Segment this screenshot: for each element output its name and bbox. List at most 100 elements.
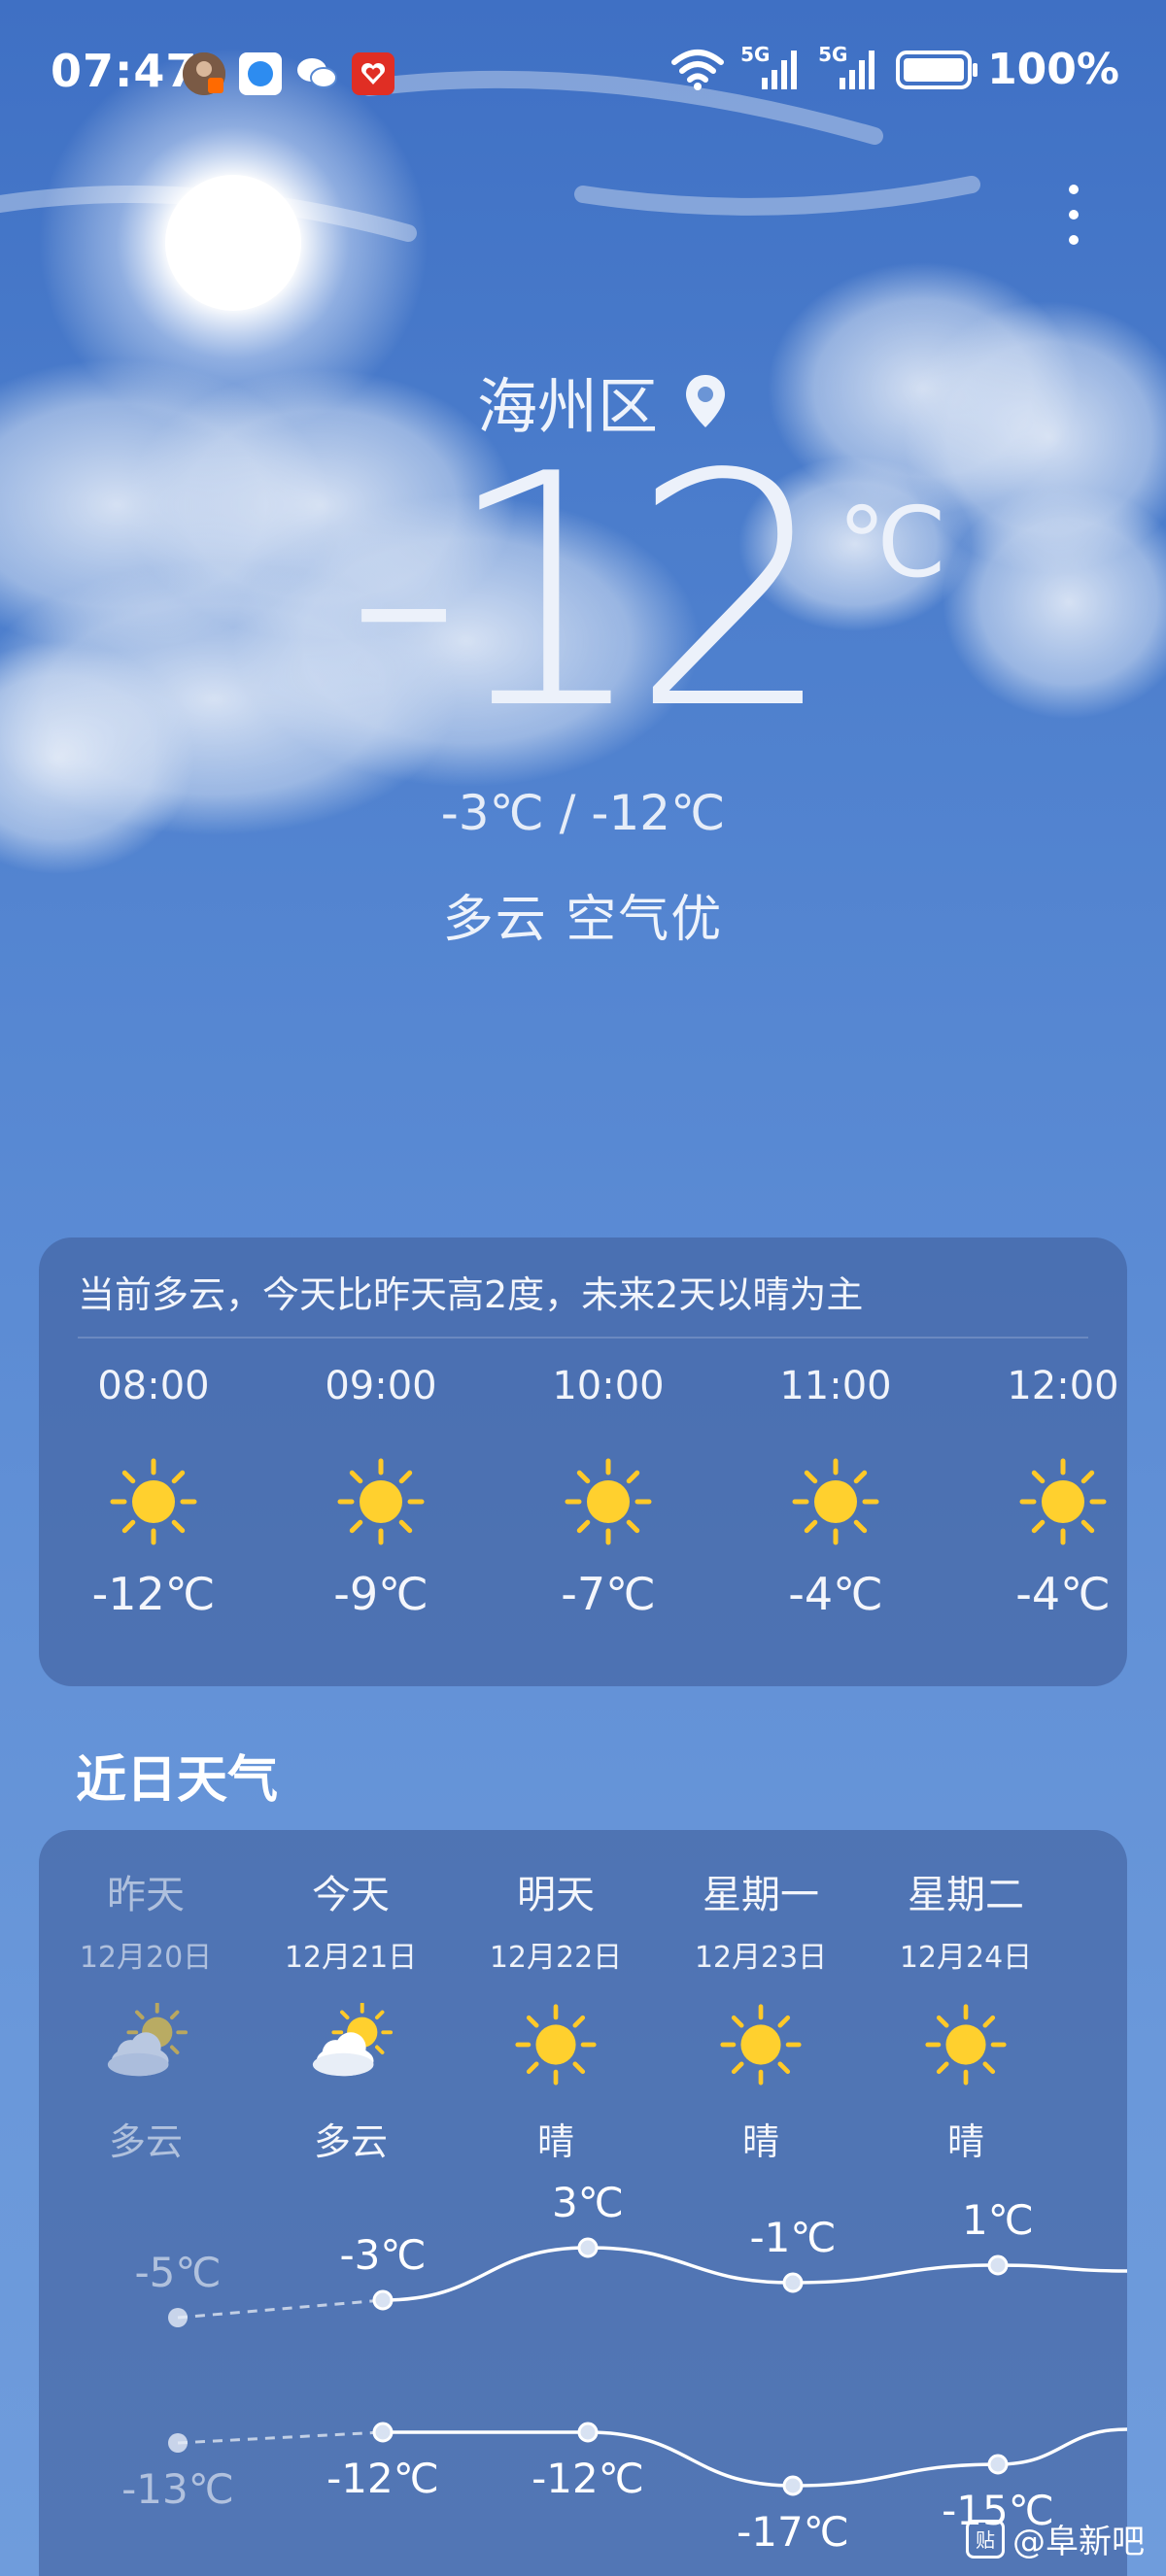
wechat-icon <box>295 52 338 95</box>
temp-range: -3℃ / -12℃ <box>440 785 726 841</box>
day-date: 12月21日 <box>284 1941 418 1975</box>
forecast-summary: 当前多云，今天比昨天高2度，未来2天以晴为主 <box>78 1273 864 1316</box>
low-temp-point <box>372 2422 394 2443</box>
hourly-temp: -4℃ <box>1015 1568 1111 1620</box>
hourly-temp: -9℃ <box>333 1568 429 1620</box>
battery-percent: 100% <box>987 45 1119 94</box>
wifi-icon <box>671 49 725 90</box>
high-temp-point <box>577 2237 599 2258</box>
avatar-icon <box>183 52 225 95</box>
hourly-item: 10:00 -7℃ <box>511 1364 705 1620</box>
low-temp-label: -17℃ <box>737 2508 849 2556</box>
hourly-time: 09:00 <box>325 1364 437 1408</box>
hourly-time: 12:00 <box>1007 1364 1119 1408</box>
browser-icon <box>239 52 282 95</box>
sun-disc <box>165 175 301 311</box>
sun-icon <box>720 2004 802 2085</box>
current-temp-unit: ℃ <box>838 486 947 599</box>
hourly-temp: -4℃ <box>788 1568 883 1620</box>
hourly-forecast-card[interactable]: 当前多云，今天比昨天高2度，未来2天以晴为主 08:00 -12℃ 09:00 -9℃… <box>39 1237 1127 1686</box>
day-condition: 多云 <box>108 2120 183 2163</box>
sun-icon <box>515 2004 597 2085</box>
current-temp-value: -12 <box>346 406 835 779</box>
pinduoduo-icon <box>352 52 394 95</box>
low-temp-label: -12℃ <box>326 2455 439 2502</box>
day-name: 星 <box>1069 1863 1127 1919</box>
sun-icon <box>565 1458 652 1545</box>
low-temp-point <box>782 2475 804 2496</box>
divider <box>78 1337 1088 1339</box>
day-name: 星期二 <box>908 1873 1024 1917</box>
high-temp-label: -5℃ <box>134 2249 221 2296</box>
day-name: 明天 <box>517 1873 595 1917</box>
low-temp-label: -13℃ <box>121 2465 234 2513</box>
daily-item[interactable]: 昨天 12月20日 多云 <box>44 1863 248 2165</box>
hourly-time: 08:00 <box>97 1364 210 1408</box>
high-temp-label: 1℃ <box>962 2196 1034 2244</box>
high-temp-past-segment <box>177 2298 384 2320</box>
high-temp-point <box>168 2308 188 2327</box>
daily-item[interactable]: 星期二 12月24日晴 <box>864 1863 1068 2165</box>
low-temp-point <box>168 2433 188 2453</box>
battery-icon <box>896 50 978 89</box>
day-date: 12月20日 <box>79 1941 213 1975</box>
hourly-item: 08:00 -12℃ <box>56 1364 251 1620</box>
day-name: 星期一 <box>703 1873 819 1917</box>
hourly-temp: -7℃ <box>561 1568 656 1620</box>
daily-item[interactable]: 明天 12月22日晴 <box>454 1863 658 2165</box>
day-name: 今天 <box>312 1873 390 1917</box>
hourly-time: 10:00 <box>552 1364 665 1408</box>
day-condition: 晴 <box>536 2120 574 2163</box>
day-date: 12月23日 <box>694 1941 828 1975</box>
low-temp-past-segment <box>177 2430 384 2445</box>
high-temp-label: 3℃ <box>552 2179 624 2226</box>
network-2-label: 5G <box>818 42 848 66</box>
tieba-badge: 贴 <box>966 2519 1005 2559</box>
daily-item[interactable]: 星 12 <box>1069 1863 1127 2103</box>
watermark: 贴 @阜新吧 <box>966 2515 1145 2562</box>
partly-cloudy-icon <box>312 2003 394 2077</box>
section-title-recent-weather: 近日天气 <box>76 1751 279 1810</box>
day-condition: 晴 <box>946 2120 984 2163</box>
high-temp-label: -3℃ <box>339 2231 426 2279</box>
sun-icon <box>792 1458 879 1545</box>
status-time: 07:47 <box>51 45 198 97</box>
high-temp-point <box>987 2254 1009 2276</box>
day-condition: 多云 <box>313 2120 388 2163</box>
partly-cloudy-icon <box>107 2003 189 2077</box>
high-temp-label: -1℃ <box>749 2214 836 2261</box>
daily-item[interactable]: 今天 12月21日 多云 <box>249 1863 453 2165</box>
current-temperature: -12 ℃ <box>0 418 1166 777</box>
hourly-item: 12:00 -4℃ <box>966 1364 1127 1620</box>
status-right: 5G 5G 100% <box>670 43 1119 94</box>
more-options-button[interactable] <box>1059 181 1088 249</box>
high-temp-point <box>782 2272 804 2293</box>
sun-icon <box>1019 1458 1107 1545</box>
current-condition: 多云 空气优 <box>442 891 724 949</box>
day-date: 12月24日 <box>899 1941 1033 1975</box>
sun-icon <box>925 2004 1007 2085</box>
signal-1: 5G <box>740 43 803 91</box>
watermark-text: @阜新吧 <box>1012 2523 1145 2561</box>
day-date: 12 <box>1069 1933 1127 1967</box>
hourly-item: 11:00 -4℃ <box>738 1364 933 1620</box>
network-1-label: 5G <box>740 42 771 66</box>
notification-icons <box>183 52 394 95</box>
low-temp-point <box>987 2454 1009 2475</box>
day-date: 12月22日 <box>489 1941 623 1975</box>
high-temp-point <box>372 2289 394 2311</box>
daily-item[interactable]: 星期一 12月23日晴 <box>659 1863 863 2165</box>
low-temp-line <box>383 2427 1127 2488</box>
sun-icon <box>110 1458 197 1545</box>
hourly-temp: -12℃ <box>91 1568 216 1620</box>
sun-icon <box>337 1458 425 1545</box>
temperature-trend-chart: -5℃-13℃-3℃-12℃3℃-12℃-1℃-17℃1℃-15℃ <box>121 2179 1127 2556</box>
day-condition: 晴 <box>741 2120 779 2163</box>
daily-forecast-card[interactable]: 昨天 12月20日 多云 今天 12月21日 多云 明天 12月22日晴 星期一 12月23日… <box>39 1830 1127 2576</box>
day-name: 昨天 <box>107 1873 185 1917</box>
signal-2: 5G <box>818 43 880 91</box>
hourly-item: 09:00 -9℃ <box>284 1364 478 1620</box>
low-temp-point <box>577 2422 599 2443</box>
low-temp-label: -12℃ <box>532 2455 644 2502</box>
hourly-time: 11:00 <box>779 1364 892 1408</box>
